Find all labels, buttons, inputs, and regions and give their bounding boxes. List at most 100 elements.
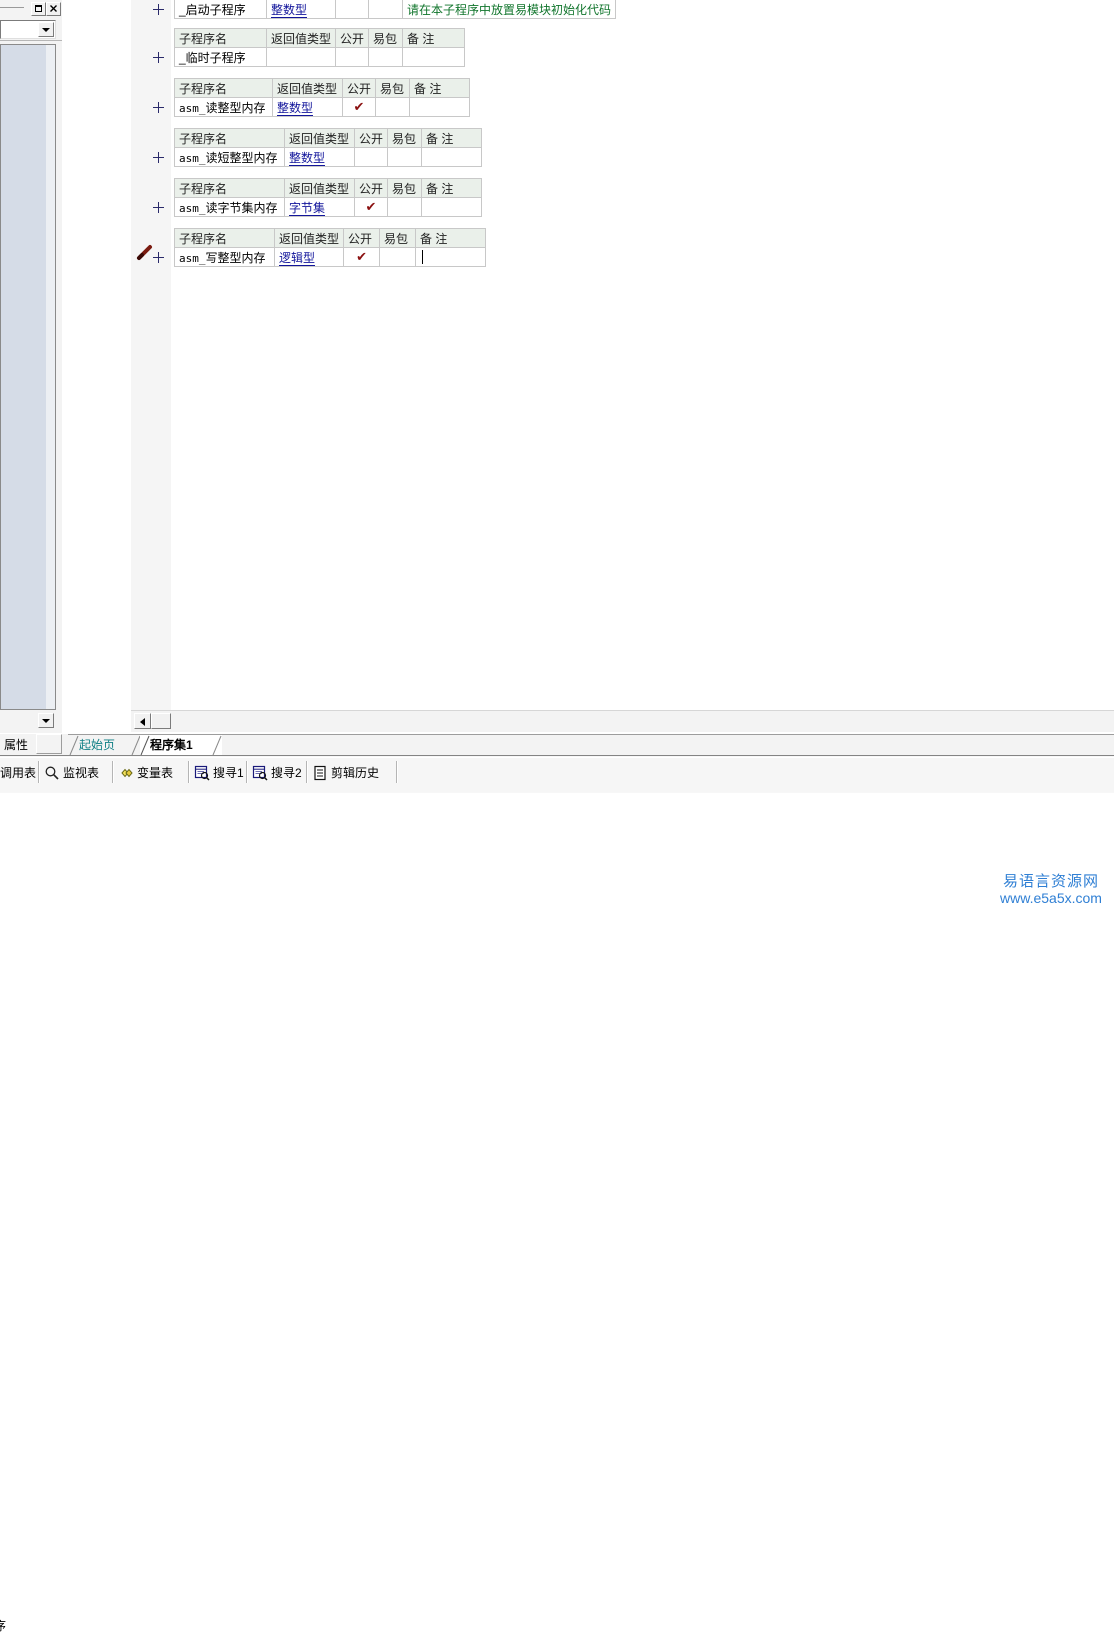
column-header-3: 易包 (368, 28, 404, 48)
cell-easypack-checkbox[interactable] (368, 47, 404, 67)
find-window-icon (252, 765, 268, 781)
toolbar-item-label: 调用表 (0, 766, 37, 780)
cell-note[interactable] (409, 97, 471, 117)
column-header-0: 子程序名 (174, 28, 267, 48)
cell-subroutine-name[interactable]: asm_写整型内存 (174, 247, 275, 267)
cell-public-checkbox[interactable]: ✔ (341, 97, 377, 117)
cell-note[interactable] (421, 147, 483, 167)
table-row[interactable]: asm_读字节集内存 字节集 ✔ (174, 197, 483, 217)
column-header-1: 返回值类型 (284, 178, 355, 198)
toolbar-item-5[interactable]: 剪辑历史 (312, 761, 379, 785)
output-pane[interactable]: 序 (0, 793, 1114, 1633)
toolbar-item-2[interactable]: 变量表 (118, 761, 173, 785)
cell-subroutine-name[interactable]: _启动子程序 (174, 0, 267, 19)
left-dock-vertical-scrollbar[interactable] (46, 45, 55, 709)
code-editor-area[interactable]: 子程序名返回值类型公开易包备 注_启动子程序整数型请在本子程序中放置易模块初始化… (62, 0, 1114, 732)
titlebar-rule (0, 7, 24, 8)
subroutine-table[interactable]: 子程序名 返回值类型 公开 易包备 注 asm_读整型内存 整数型 ✔ (174, 78, 471, 117)
cell-return-type[interactable]: 字节集 (284, 197, 355, 217)
cell-subroutine-name[interactable]: _临时子程序 (174, 47, 267, 67)
column-header-4: 备 注 (421, 178, 483, 198)
cell-subroutine-name[interactable]: asm_读字节集内存 (174, 197, 285, 217)
subroutine-table[interactable]: 子程序名返回值类型公开易包备 注_启动子程序整数型请在本子程序中放置易模块初始化… (174, 0, 617, 19)
check-icon: ✔ (353, 99, 365, 114)
table-row[interactable]: asm_写整型内存 逻辑型 ✔ (174, 247, 487, 267)
toolbar-separator-3 (246, 761, 248, 783)
app-window: 子程序名返回值类型公开易包备 注_启动子程序整数型请在本子程序中放置易模块初始化… (0, 0, 1114, 1633)
cell-return-type[interactable] (265, 47, 337, 67)
table-header-row: 子程序名 返回值类型 公开 易包备 注 (174, 78, 471, 98)
toolbar-item-3[interactable]: 搜寻1 (194, 761, 244, 785)
cell-easypack-checkbox[interactable] (387, 147, 423, 167)
left-dock-combobox[interactable] (0, 20, 56, 39)
output-pane-text: 序 (0, 1619, 7, 1633)
column-header-0: 子程序名 (174, 178, 285, 198)
return-type-link[interactable]: 整数型 (289, 150, 326, 166)
property-tab[interactable]: 属性 (0, 735, 33, 755)
return-type-link[interactable]: 整数型 (271, 2, 308, 18)
cell-easypack-checkbox[interactable] (368, 0, 404, 19)
table-row[interactable]: asm_读整型内存 整数型 ✔ (174, 97, 471, 117)
gutter-row-marker (131, 48, 171, 68)
toolbar-separator-5 (396, 761, 398, 783)
expand-plus-icon[interactable] (153, 52, 164, 63)
expand-plus-icon[interactable] (153, 152, 164, 163)
toolbar-item-4[interactable]: 搜寻2 (252, 761, 302, 785)
column-header-1: 返回值类型 (272, 78, 343, 98)
subroutine-table[interactable]: 子程序名 返回值类型 公开 易包备 注 asm_读字节集内存 字节集 ✔ (174, 178, 483, 217)
watermark-site-name: 易语言资源网 (1002, 872, 1099, 890)
cell-return-type[interactable]: 整数型 (284, 147, 355, 167)
close-window-button[interactable] (46, 2, 61, 16)
horizontal-scroll-thumb[interactable] (151, 713, 171, 729)
expand-plus-icon[interactable] (153, 4, 164, 15)
tab-start-page[interactable]: 起始页 (69, 735, 141, 757)
scroll-left-button[interactable] (134, 713, 151, 729)
cell-note[interactable] (415, 247, 487, 267)
cell-easypack-checkbox[interactable] (379, 247, 417, 267)
expand-plus-icon[interactable] (153, 252, 164, 263)
column-header-3: 易包 (387, 128, 423, 148)
cell-public-checkbox[interactable] (335, 0, 370, 19)
toolbar-item-1[interactable]: 监视表 (44, 761, 99, 785)
column-header-2: 公开 (353, 178, 389, 198)
left-dock-scroll-down-button[interactable] (38, 713, 54, 728)
subroutine-table[interactable]: 子程序名 返回值类型 公开 易包备 注 asm_读短整型内存 整数型 (174, 128, 483, 167)
expand-plus-icon[interactable] (153, 102, 164, 113)
left-dock-list[interactable] (0, 44, 56, 710)
cell-subroutine-name[interactable]: asm_读短整型内存 (174, 147, 285, 167)
return-type-link[interactable]: 字节集 (289, 200, 326, 216)
cell-note[interactable] (421, 197, 483, 217)
cell-public-checkbox[interactable]: ✔ (343, 247, 381, 267)
chevron-down-icon[interactable] (38, 22, 54, 37)
table-row[interactable]: _启动子程序 整数型 请在本子程序中放置易模块初始化代码 (174, 0, 617, 19)
cell-public-checkbox[interactable] (353, 147, 389, 167)
cell-note[interactable]: 请在本子程序中放置易模块初始化代码 (402, 0, 617, 19)
left-dock-list-body (2, 46, 45, 708)
cell-public-checkbox[interactable] (335, 47, 370, 67)
return-type-link[interactable]: 逻辑型 (279, 250, 316, 266)
tab-assembly-1[interactable]: 程序集1 (140, 735, 222, 756)
cell-return-type[interactable]: 整数型 (265, 0, 337, 19)
cell-return-type[interactable]: 逻辑型 (273, 247, 345, 267)
table-row[interactable]: _临时子程序 (174, 47, 466, 67)
toolbar-separator-2 (188, 761, 190, 783)
restore-window-button[interactable] (31, 2, 46, 16)
table-row[interactable]: asm_读短整型内存 整数型 (174, 147, 483, 167)
subroutine-table[interactable]: 子程序名 返回值类型 公开 易包备 注 asm_写整型内存 逻辑型 ✔ (174, 228, 487, 267)
property-tab-spacer[interactable] (36, 734, 62, 754)
cell-easypack-checkbox[interactable] (387, 197, 423, 217)
cell-return-type[interactable]: 整数型 (272, 97, 343, 117)
expand-plus-icon[interactable] (153, 202, 164, 213)
bottom-toolbar-inner: 调用表 监视表 变量表 搜寻1 搜寻2 剪辑历史 (0, 757, 1114, 792)
cell-subroutine-name[interactable]: asm_读整型内存 (174, 97, 273, 117)
return-type-link[interactable]: 整数型 (277, 100, 314, 116)
toolbar-separator-0 (38, 761, 40, 783)
subroutine-table[interactable]: 子程序名 返回值类型 公开 易包备 注 _临时子程序 (174, 28, 466, 67)
toolbar-item-label: 变量表 (137, 766, 174, 780)
find-window-icon (194, 765, 210, 781)
cell-easypack-checkbox[interactable] (375, 97, 411, 117)
toolbar-item-0[interactable]: 调用表 (0, 761, 36, 785)
cell-public-checkbox[interactable]: ✔ (353, 197, 389, 217)
cell-note[interactable] (402, 47, 466, 67)
editor-horizontal-scrollbar[interactable] (131, 710, 1114, 732)
